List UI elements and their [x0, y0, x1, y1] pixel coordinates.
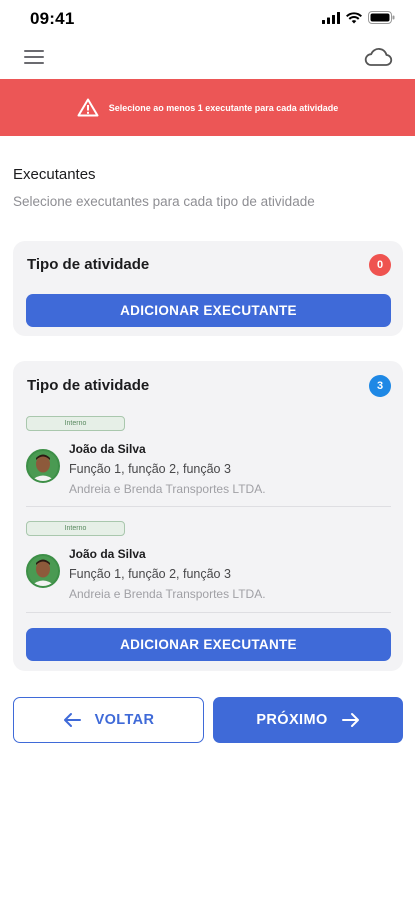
executant-functions: Função 1, função 2, função 3	[69, 462, 231, 476]
section-subtitle: Selecione executantes para cada tipo de …	[13, 194, 315, 209]
executant-name: João da Silva	[69, 547, 146, 561]
count-badge: 3	[369, 375, 391, 397]
add-executant-button[interactable]: ADICIONAR EXECUTANTE	[26, 294, 391, 327]
status-time: 09:41	[30, 9, 75, 28]
arrow-right-icon	[341, 713, 359, 727]
alert-message: Selecione ao menos 1 executante para cad…	[108, 102, 339, 113]
card-title: Tipo de atividade	[27, 256, 150, 273]
wifi-icon	[346, 11, 362, 23]
next-label: PRÓXIMO	[256, 712, 328, 728]
section-title: Executantes	[13, 166, 96, 183]
type-tag: Interno	[26, 521, 125, 536]
avatar	[26, 449, 60, 483]
type-tag: Interno	[26, 416, 125, 431]
executant-company: Andreia e Brenda Transportes LTDA.	[69, 482, 266, 496]
executant-name: João da Silva	[69, 442, 146, 456]
divider	[26, 506, 391, 507]
back-label: VOLTAR	[94, 712, 155, 728]
status-icons	[322, 11, 395, 24]
menu-icon[interactable]	[24, 50, 46, 68]
cloud-icon[interactable]	[363, 46, 393, 70]
add-executant-button[interactable]: ADICIONAR EXECUTANTE	[26, 628, 391, 661]
status-bar: 09:41	[0, 0, 415, 36]
warning-icon	[77, 98, 99, 117]
card-title: Tipo de atividade	[27, 377, 150, 394]
count-badge: 0	[369, 254, 391, 276]
back-button[interactable]: VOLTAR	[13, 697, 204, 743]
signal-icon	[322, 11, 340, 24]
next-button[interactable]: PRÓXIMO	[213, 697, 403, 743]
executant-company: Andreia e Brenda Transportes LTDA.	[69, 587, 266, 601]
divider	[26, 612, 391, 613]
battery-icon	[368, 11, 395, 24]
executant-item[interactable]: Interno João da Silva Função 1, função 2…	[26, 521, 391, 611]
activity-card: Tipo de atividade 0 ADICIONAR EXECUTANTE	[13, 241, 403, 336]
executant-functions: Função 1, função 2, função 3	[69, 567, 231, 581]
arrow-left-icon	[63, 713, 81, 727]
avatar	[26, 554, 60, 588]
alert-banner: Selecione ao menos 1 executante para cad…	[0, 79, 415, 136]
top-nav	[0, 42, 415, 76]
activity-card: Tipo de atividade 3 Interno João da Silv…	[13, 361, 403, 671]
executant-item[interactable]: Interno João da Silva Função 1, função 2…	[26, 416, 391, 506]
